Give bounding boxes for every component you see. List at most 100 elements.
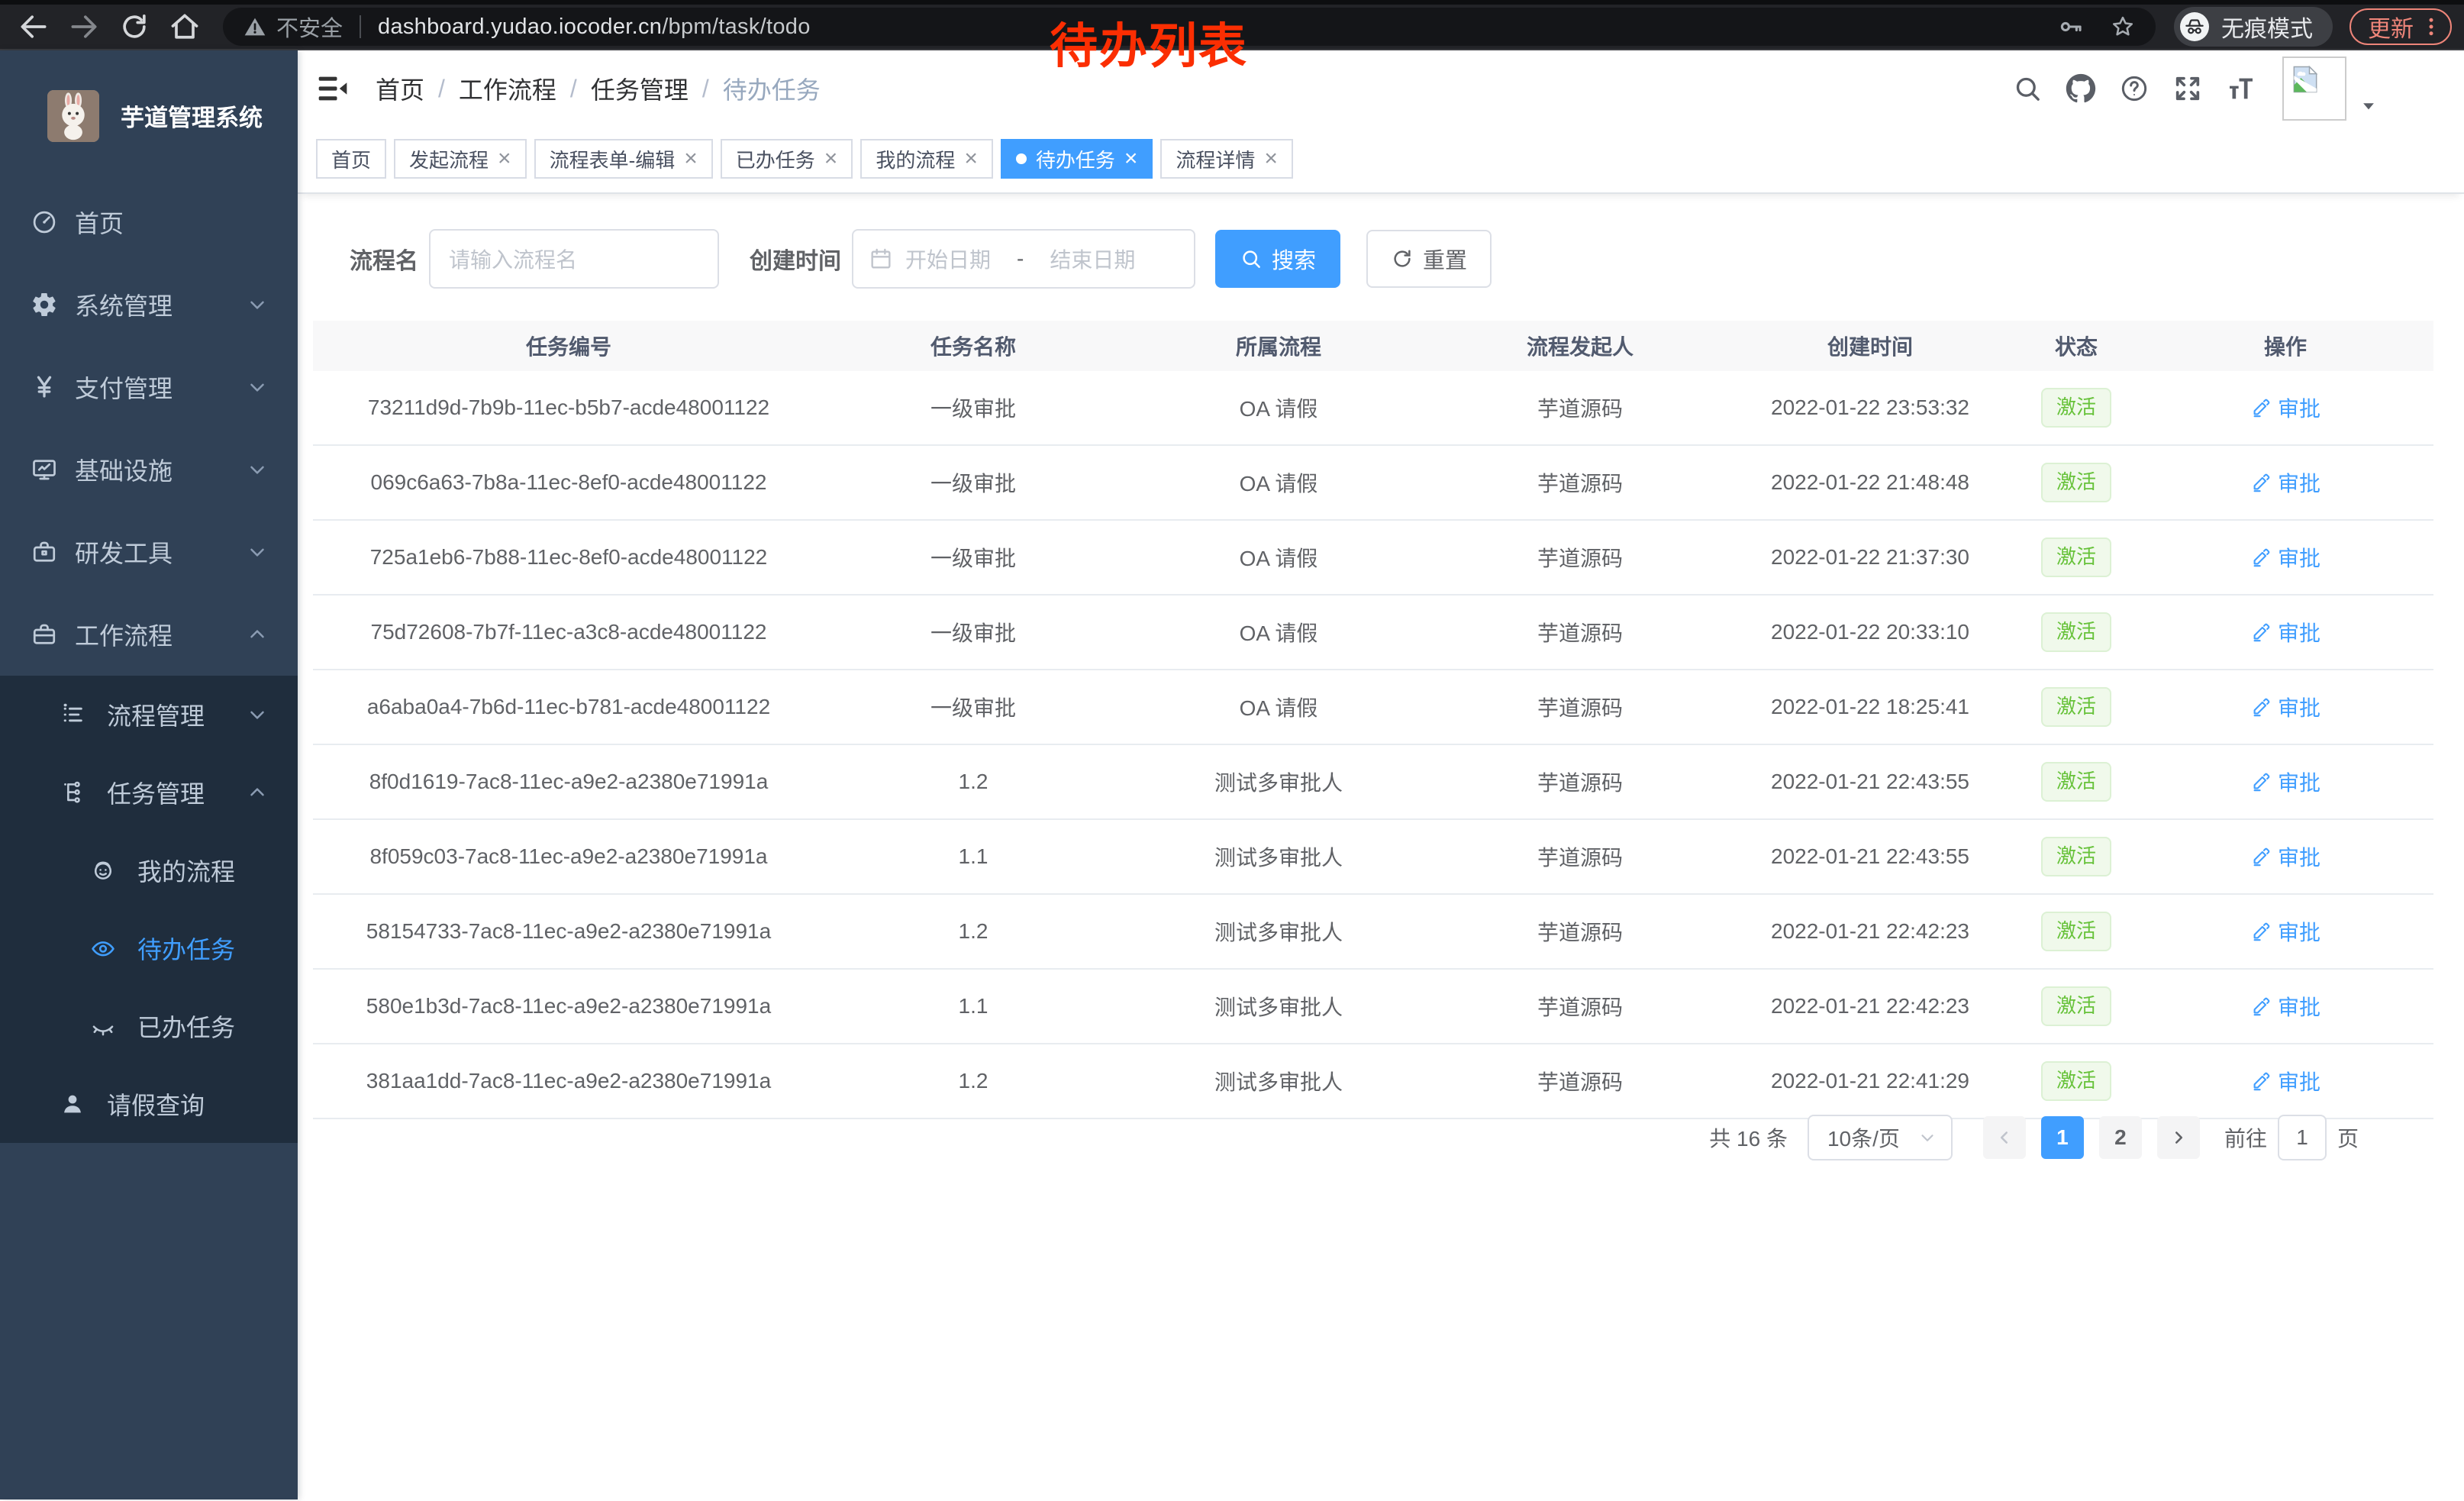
github-icon[interactable] — [2066, 73, 2096, 104]
avatar[interactable] — [2282, 56, 2346, 121]
next-page-button[interactable] — [2157, 1116, 2200, 1159]
sidebar-item-label: 流程管理 — [107, 697, 205, 732]
list-icon — [60, 702, 85, 728]
help-icon[interactable] — [2119, 73, 2150, 104]
sidebar-item-label: 基础设施 — [75, 452, 173, 487]
security-label[interactable]: 不安全 — [276, 11, 343, 43]
sidebar-item-已办任务[interactable]: 已办任务 — [0, 987, 298, 1065]
hamburger-icon[interactable] — [316, 72, 350, 105]
sidebar-item-研发工具[interactable]: 研发工具 — [0, 511, 298, 593]
sidebar-item-基础设施[interactable]: 基础设施 — [0, 428, 298, 511]
star-icon[interactable] — [2110, 14, 2136, 40]
home-icon[interactable] — [168, 10, 202, 44]
sidebar-item-请假查询[interactable]: 请假查询 — [0, 1065, 298, 1143]
end-date-placeholder[interactable]: 结束日期 — [1050, 244, 1135, 274]
page-button-2[interactable]: 2 — [2099, 1116, 2142, 1159]
breadcrumb-item-任务管理[interactable]: 任务管理 — [591, 71, 689, 106]
edit-pencil-icon — [2250, 696, 2272, 718]
breadcrumb-item-首页[interactable]: 首页 — [376, 71, 424, 106]
approve-button[interactable]: 审批 — [2250, 467, 2320, 498]
process-name-input[interactable]: 请输入流程名 — [429, 229, 719, 289]
search-icon[interactable] — [2012, 73, 2043, 104]
approve-button[interactable]: 审批 — [2250, 841, 2320, 872]
sidebar-item-label: 请假查询 — [107, 1086, 205, 1122]
close-icon[interactable]: × — [964, 147, 978, 170]
incognito-badge: 无痕模式 — [2174, 7, 2333, 47]
tab-流程详情[interactable]: 流程详情× — [1160, 139, 1293, 179]
cell-starter: 芋道源码 — [1435, 467, 1725, 498]
edit-pencil-icon — [2250, 547, 2272, 568]
sidebar-item-我的流程[interactable]: 我的流程 — [0, 831, 298, 909]
breadcrumb: 首页/工作流程/任务管理/待办任务 — [376, 71, 821, 106]
chrome-update-button[interactable]: 更新 — [2350, 8, 2452, 45]
close-icon[interactable]: × — [684, 147, 698, 170]
sidebar-item-流程管理[interactable]: 流程管理 — [0, 676, 298, 754]
approve-button[interactable]: 审批 — [2250, 542, 2320, 573]
status-badge: 激活 — [2041, 388, 2111, 428]
tab-流程表单-编辑[interactable]: 流程表单-编辑× — [534, 139, 713, 179]
approve-label: 审批 — [2278, 767, 2320, 797]
sidebar-item-首页[interactable]: 首页 — [0, 181, 298, 263]
tab-发起流程[interactable]: 发起流程× — [394, 139, 527, 179]
cell-starter: 芋道源码 — [1435, 991, 1725, 1022]
fullscreen-icon[interactable] — [2172, 73, 2203, 104]
main-area: 首页/工作流程/任务管理/待办任务 首页发起流程×流程表单-编辑×已办任务×我的… — [298, 50, 2464, 1499]
kebab-menu-icon[interactable] — [2420, 15, 2443, 38]
sidebar-item-工作流程[interactable]: 工作流程 — [0, 593, 298, 676]
cell-starter: 芋道源码 — [1435, 916, 1725, 947]
approve-label: 审批 — [2278, 692, 2320, 722]
key-icon[interactable] — [2058, 14, 2084, 40]
url-text[interactable]: dashboard.yudao.iocoder.cn/bpm/task/todo — [378, 15, 811, 40]
close-icon[interactable]: × — [498, 147, 511, 170]
approve-button[interactable]: 审批 — [2250, 767, 2320, 797]
status-badge: 激活 — [2041, 912, 2111, 951]
cell-time: 2022-01-22 18:25:41 — [1725, 695, 2015, 719]
tab-待办任务[interactable]: 待办任务× — [1001, 139, 1153, 179]
cell-id: 580e1b3d-7ac8-11ec-a9e2-a2380e71991a — [313, 994, 824, 1018]
reload-icon[interactable] — [118, 10, 151, 44]
page-button-1[interactable]: 1 — [2041, 1116, 2084, 1159]
approve-button[interactable]: 审批 — [2250, 991, 2320, 1022]
approve-button[interactable]: 审批 — [2250, 617, 2320, 647]
table-row: 8f0d1619-7ac8-11ec-a9e2-a2380e71991a1.2测… — [313, 745, 2433, 820]
date-range-picker[interactable]: 开始日期 - 结束日期 — [852, 229, 1195, 289]
column-header-操作: 操作 — [2137, 331, 2433, 361]
start-date-placeholder[interactable]: 开始日期 — [905, 244, 991, 274]
breadcrumb-item-待办任务: 待办任务 — [723, 71, 821, 106]
approve-button[interactable]: 审批 — [2250, 692, 2320, 722]
sidebar-item-待办任务[interactable]: 待办任务 — [0, 909, 298, 987]
approve-label: 审批 — [2278, 467, 2320, 498]
status-badge: 激活 — [2041, 612, 2111, 652]
search-button[interactable]: 搜索 — [1215, 230, 1340, 288]
font-size-icon[interactable] — [2226, 73, 2256, 104]
table-row: 069c6a63-7b8a-11ec-8ef0-acde48001122一级审批… — [313, 446, 2433, 521]
cell-action: 审批 — [2137, 617, 2433, 648]
back-icon[interactable] — [17, 10, 50, 44]
page-size-select[interactable]: 10条/页 — [1808, 1115, 1953, 1160]
cell-status: 激活 — [2015, 612, 2137, 652]
url-bar[interactable]: 不安全 dashboard.yudao.iocoder.cn/bpm/task/… — [223, 8, 2156, 46]
sidebar-item-支付管理[interactable]: 支付管理 — [0, 346, 298, 428]
close-icon[interactable]: × — [1124, 147, 1138, 170]
prev-page-button[interactable] — [1983, 1116, 2026, 1159]
approve-label: 审批 — [2278, 617, 2320, 647]
cell-name: 一级审批 — [824, 467, 1122, 498]
forward-icon[interactable] — [67, 10, 101, 44]
close-icon[interactable]: × — [824, 147, 838, 170]
task-table: 任务编号任务名称所属流程流程发起人创建时间状态操作 73211d9d-7b9b-… — [313, 321, 2433, 1119]
caret-down-icon[interactable] — [2357, 95, 2380, 118]
sidebar-item-任务管理[interactable]: 任务管理 — [0, 754, 298, 831]
tab-首页[interactable]: 首页 — [316, 139, 386, 179]
reset-button[interactable]: 重置 — [1366, 230, 1492, 288]
status-badge: 激活 — [2041, 762, 2111, 802]
close-icon[interactable]: × — [1264, 147, 1278, 170]
tab-我的流程[interactable]: 我的流程× — [860, 139, 993, 179]
cell-action: 审批 — [2137, 916, 2433, 947]
breadcrumb-item-工作流程[interactable]: 工作流程 — [459, 71, 556, 106]
goto-page-input[interactable]: 1 — [2278, 1115, 2327, 1160]
approve-button[interactable]: 审批 — [2250, 392, 2320, 423]
approve-button[interactable]: 审批 — [2250, 916, 2320, 947]
sidebar-item-系统管理[interactable]: 系统管理 — [0, 263, 298, 346]
approve-button[interactable]: 审批 — [2250, 1066, 2320, 1096]
tab-已办任务[interactable]: 已办任务× — [721, 139, 853, 179]
